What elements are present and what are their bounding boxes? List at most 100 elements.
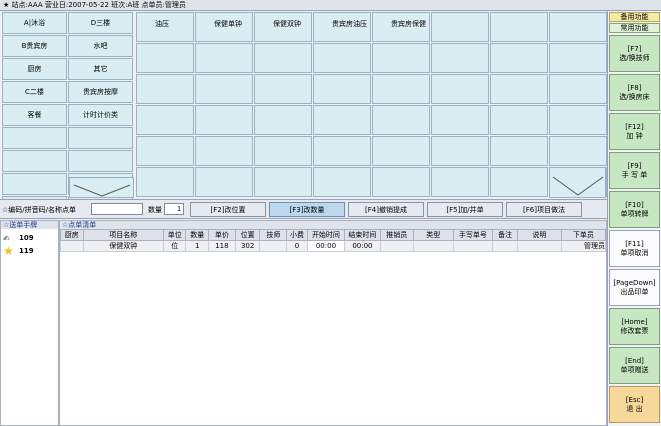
service-button[interactable] <box>195 105 253 135</box>
service-button[interactable] <box>254 43 312 73</box>
search-input[interactable] <box>91 203 143 215</box>
column-header[interactable]: 备注 <box>492 229 518 241</box>
service-button[interactable] <box>195 167 253 197</box>
service-button[interactable] <box>136 105 194 135</box>
category-button[interactable]: B贵宾房 <box>2 35 67 57</box>
service-button[interactable] <box>254 167 312 197</box>
action-button[interactable]: [F4]撤销提成 <box>348 202 424 217</box>
service-button[interactable] <box>313 167 371 197</box>
category-button[interactable]: 厨房 <box>2 58 67 80</box>
service-button[interactable] <box>313 43 371 73</box>
function-button[interactable]: [F10] 单项转牌 <box>609 191 660 228</box>
column-header[interactable]: 技师 <box>259 229 288 241</box>
column-header[interactable]: 数量 <box>185 229 209 241</box>
category-button[interactable] <box>2 173 67 195</box>
service-button[interactable] <box>431 43 489 73</box>
column-header[interactable]: 小费 <box>286 229 308 241</box>
function-button[interactable]: [F9] 手 写 单 <box>609 152 660 189</box>
column-header[interactable]: 结束时间 <box>344 229 381 241</box>
service-button[interactable] <box>195 43 253 73</box>
column-header[interactable]: 说明 <box>516 229 562 241</box>
service-button[interactable] <box>136 167 194 197</box>
category-button[interactable]: 贵宾房按摩 <box>68 81 133 103</box>
category-button[interactable] <box>68 150 133 172</box>
service-button[interactable] <box>372 105 430 135</box>
service-button[interactable] <box>431 74 489 104</box>
service-button[interactable] <box>136 43 194 73</box>
service-button[interactable] <box>549 43 607 73</box>
service-button[interactable] <box>490 105 548 135</box>
column-header[interactable]: 厨房 <box>60 229 84 241</box>
table-row[interactable]: 保健双钟位 1 118 302 0 00:00 00:00 管理员 <box>60 240 607 252</box>
tab-common-functions[interactable]: 常用功能 <box>609 23 660 33</box>
column-header[interactable]: 单价 <box>208 229 236 241</box>
quantity-input[interactable] <box>164 203 184 215</box>
service-button[interactable] <box>431 105 489 135</box>
service-button[interactable] <box>313 74 371 104</box>
hand-card-item[interactable]: ★ 119 <box>3 244 56 258</box>
column-header[interactable]: 下单员 <box>560 229 607 241</box>
service-button[interactable]: 油压 <box>136 12 194 42</box>
category-button[interactable]: 客餐 <box>2 104 67 126</box>
tab-backup-functions[interactable]: 备用功能 <box>609 12 660 22</box>
action-button[interactable]: [F6]项目做法 <box>506 202 582 217</box>
function-button[interactable]: [PageDown] 出品印单 <box>609 269 660 306</box>
function-button[interactable]: [Home] 修改套票 <box>609 308 660 345</box>
service-button[interactable] <box>372 74 430 104</box>
service-button[interactable] <box>490 12 548 42</box>
service-button[interactable] <box>254 105 312 135</box>
category-button[interactable] <box>2 150 67 172</box>
function-button[interactable]: [F8] 选/换房床 <box>609 74 660 111</box>
hand-card-item[interactable]: ✍ 109 <box>3 232 56 244</box>
service-button[interactable] <box>549 105 607 135</box>
category-button[interactable]: 其它 <box>68 58 133 80</box>
service-button[interactable] <box>313 136 371 166</box>
service-button[interactable] <box>490 74 548 104</box>
function-button[interactable]: [End] 单项赠送 <box>609 347 660 384</box>
service-button[interactable] <box>549 74 607 104</box>
service-button[interactable] <box>549 136 607 166</box>
service-button[interactable]: 保健单钟 <box>195 12 253 42</box>
column-header[interactable]: 开始时间 <box>306 229 346 241</box>
action-button[interactable]: [F3]改数量 <box>269 202 345 217</box>
column-header[interactable]: 单位 <box>162 229 187 241</box>
category-scroll-down-button[interactable] <box>69 177 134 198</box>
service-button[interactable] <box>372 43 430 73</box>
service-button[interactable] <box>254 74 312 104</box>
service-button[interactable] <box>490 167 548 197</box>
service-button[interactable]: 贵宾房保健 <box>372 12 430 42</box>
category-button[interactable] <box>68 127 133 149</box>
service-button[interactable] <box>431 136 489 166</box>
column-header[interactable]: 项目名称 <box>82 229 164 241</box>
category-button[interactable]: 水吧 <box>68 35 133 57</box>
action-button[interactable]: [F2]改位置 <box>190 202 266 217</box>
category-button[interactable]: D三楼 <box>68 12 133 34</box>
service-button[interactable] <box>136 136 194 166</box>
action-button[interactable]: [F5]加/并单 <box>427 202 503 217</box>
service-button[interactable] <box>431 167 489 197</box>
column-header[interactable]: 手写单号 <box>452 229 494 241</box>
column-header[interactable]: 类型 <box>412 229 454 241</box>
service-button[interactable] <box>136 74 194 104</box>
function-button[interactable]: [Esc] 退 出 <box>609 386 660 423</box>
service-button[interactable] <box>195 136 253 166</box>
service-button[interactable] <box>490 43 548 73</box>
service-button[interactable] <box>254 136 312 166</box>
function-button[interactable]: [F7] 选/换技师 <box>609 35 660 72</box>
service-button[interactable] <box>490 136 548 166</box>
category-button[interactable]: C二楼 <box>2 81 67 103</box>
service-button[interactable] <box>372 167 430 197</box>
service-scroll-down-button[interactable] <box>549 167 606 198</box>
function-button[interactable]: [F12] 加 钟 <box>609 113 660 150</box>
category-button[interactable] <box>2 127 67 149</box>
column-header[interactable]: 位置 <box>234 229 261 241</box>
service-button[interactable]: 贵宾房油压 <box>313 12 371 42</box>
service-button[interactable] <box>549 12 607 42</box>
function-button[interactable]: [F11] 单项取消 <box>609 230 660 267</box>
service-button[interactable] <box>195 74 253 104</box>
service-button[interactable] <box>313 105 371 135</box>
service-button[interactable]: 保健双钟 <box>254 12 312 42</box>
service-button[interactable] <box>372 136 430 166</box>
column-header[interactable]: 推销员 <box>379 229 414 241</box>
service-button[interactable] <box>431 12 489 42</box>
